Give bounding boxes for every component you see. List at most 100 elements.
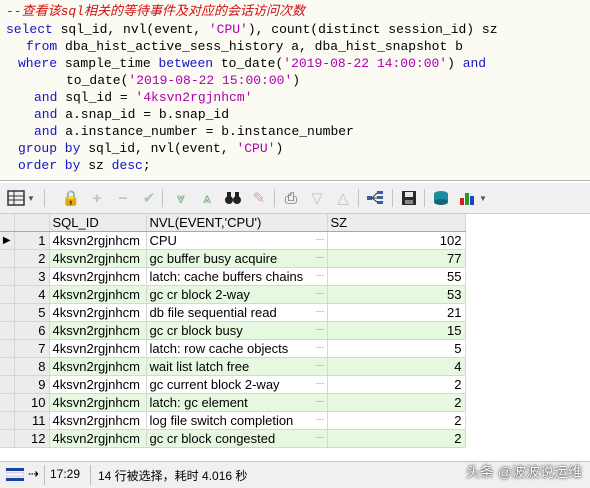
cell-sql-id[interactable]: 4ksvn2rgjnhcm	[49, 429, 147, 448]
cell-sz[interactable]: 2	[327, 429, 466, 448]
row-indicator[interactable]	[0, 321, 15, 340]
table-row[interactable]: 12 4ksvn2rgjnhcm gc cr block congested ··· 2	[0, 429, 466, 448]
post-changes-button[interactable]: ✔	[138, 187, 160, 209]
ellipsis-button[interactable]: ···	[316, 432, 325, 442]
ellipsis-button[interactable]: ···	[316, 306, 325, 316]
cell-sql-id[interactable]: 4ksvn2rgjnhcm	[49, 357, 147, 376]
query-by-example-button[interactable]: ⩔	[170, 187, 192, 209]
cell-sz[interactable]: 2	[327, 411, 466, 430]
row-indicator[interactable]	[0, 267, 15, 286]
cell-sz[interactable]: 15	[327, 321, 466, 340]
cell-sz[interactable]: 21	[327, 303, 466, 322]
print-button[interactable]: ⎙	[280, 187, 302, 209]
cell-event[interactable]: latch: cache buffers chains ···	[146, 267, 328, 286]
progress-indicator	[5, 468, 25, 485]
ellipsis-button[interactable]: ···	[316, 414, 325, 424]
cell-sz[interactable]: 53	[327, 285, 466, 304]
cell-event[interactable]: log file switch completion ···	[146, 411, 328, 430]
cell-sql-id[interactable]: 4ksvn2rgjnhcm	[49, 321, 147, 340]
cell-sz[interactable]: 2	[327, 375, 466, 394]
cell-event[interactable]: latch: gc element ···	[146, 393, 328, 412]
row-indicator[interactable]	[0, 375, 15, 394]
cell-sql-id[interactable]: 4ksvn2rgjnhcm	[49, 249, 147, 268]
cell-event[interactable]: gc cr block congested ···	[146, 429, 328, 448]
cell-sz[interactable]: 77	[327, 249, 466, 268]
sql-editor[interactable]: --查看该sql相关的等待事件及对应的会话访问次数 select sql_id,…	[0, 0, 590, 181]
row-indicator[interactable]	[0, 249, 15, 268]
row-indicator[interactable]	[0, 303, 15, 322]
ellipsis-button[interactable]: ···	[316, 270, 325, 280]
cell-event[interactable]: wait list latch free ···	[146, 357, 328, 376]
table-row[interactable]: 2 4ksvn2rgjnhcm gc buffer busy acquire ··· 7…	[0, 249, 466, 268]
cell-sql-id[interactable]: 4ksvn2rgjnhcm	[49, 393, 147, 412]
floppy-disk-icon	[402, 191, 416, 205]
cell-sql-id[interactable]: 4ksvn2rgjnhcm	[49, 375, 147, 394]
cell-sql-id[interactable]: 4ksvn2rgjnhcm	[49, 267, 147, 286]
clear-record-button[interactable]: ⩓	[196, 187, 218, 209]
insert-record-button[interactable]: +	[86, 187, 108, 209]
row-indicator[interactable]	[0, 285, 15, 304]
row-indicator[interactable]	[0, 411, 15, 430]
next-record-button[interactable]: ▽	[306, 187, 328, 209]
ellipsis-button[interactable]: ···	[316, 234, 325, 244]
cell-event[interactable]: gc current block 2-way ···	[146, 375, 328, 394]
table-row[interactable]: ▶ 1 4ksvn2rgjnhcm CPU ··· 102	[0, 231, 466, 250]
cell-event[interactable]: latch: row cache objects ···	[146, 339, 328, 358]
table-row[interactable]: 8 4ksvn2rgjnhcm wait list latch free ··· 4	[0, 357, 466, 376]
cell-sz[interactable]: 4	[327, 357, 466, 376]
grid-layout-dropdown[interactable]: ▼	[6, 187, 36, 209]
cell-sz[interactable]: 102	[327, 231, 466, 250]
cell-sql-id[interactable]: 4ksvn2rgjnhcm	[49, 411, 147, 430]
cell-sz[interactable]: 5	[327, 339, 466, 358]
table-row[interactable]: 7 4ksvn2rgjnhcm latch: row cache objects ··…	[0, 339, 466, 358]
cell-event[interactable]: gc cr block 2-way ···	[146, 285, 328, 304]
cell-event[interactable]: gc buffer busy acquire ···	[146, 249, 328, 268]
save-button[interactable]	[398, 187, 420, 209]
table-row[interactable]: 10 4ksvn2rgjnhcm latch: gc element ··· 2	[0, 393, 466, 412]
cell-sz[interactable]: 55	[327, 267, 466, 286]
tree-view-button[interactable]	[364, 187, 386, 209]
clear-button[interactable]: ✎	[248, 187, 270, 209]
ellipsis-button[interactable]: ···	[316, 342, 325, 352]
chart-dropdown[interactable]: ▼	[456, 187, 490, 209]
cell-sql-id[interactable]: 4ksvn2rgjnhcm	[49, 339, 147, 358]
table-row[interactable]: 6 4ksvn2rgjnhcm gc cr block busy ··· 15	[0, 321, 466, 340]
cell-sql-id[interactable]: 4ksvn2rgjnhcm	[49, 231, 147, 250]
ellipsis-button[interactable]: ···	[316, 378, 325, 388]
ellipsis-button[interactable]: ···	[316, 252, 325, 262]
keyword: from	[26, 39, 58, 54]
cell-event[interactable]: gc cr block busy ···	[146, 321, 328, 340]
previous-record-button[interactable]: △	[332, 187, 354, 209]
table-row[interactable]: 3 4ksvn2rgjnhcm latch: cache buffers chain…	[0, 267, 466, 286]
ellipsis-button[interactable]: ···	[316, 396, 325, 406]
row-indicator[interactable]	[0, 393, 15, 412]
cell-event[interactable]: CPU ···	[146, 231, 328, 250]
string-literal: '4ksvn2rgjnhcm'	[135, 90, 253, 105]
ellipsis-button[interactable]: ···	[316, 324, 325, 334]
cell-sql-id[interactable]: 4ksvn2rgjnhcm	[49, 285, 147, 304]
export-button[interactable]	[430, 187, 452, 209]
grid-icon	[7, 190, 25, 206]
row-indicator[interactable]	[0, 429, 15, 448]
column-header-sql-id[interactable]: SQL_ID	[49, 214, 147, 232]
column-header-sz[interactable]: SZ	[327, 214, 466, 232]
table-row[interactable]: 11 4ksvn2rgjnhcm log file switch completio…	[0, 411, 466, 430]
delete-record-button[interactable]: −	[112, 187, 134, 209]
lock-button[interactable]: 🔒	[60, 187, 82, 209]
cell-event[interactable]: db file sequential read ···	[146, 303, 328, 322]
column-header-event[interactable]: NVL(EVENT,'CPU')	[146, 214, 328, 232]
table-row[interactable]: 9 4ksvn2rgjnhcm gc current block 2-way ··· 2	[0, 375, 466, 394]
find-button[interactable]	[222, 187, 244, 209]
result-grid[interactable]: SQL_ID NVL(EVENT,'CPU') SZ ▶ 1 4ksvn2rgjnh…	[0, 214, 590, 459]
cell-sz[interactable]: 2	[327, 393, 466, 412]
row-indicator[interactable]	[0, 357, 15, 376]
ellipsis-button[interactable]: ···	[316, 360, 325, 370]
toolbar-divider	[44, 189, 45, 207]
table-row[interactable]: 5 4ksvn2rgjnhcm db file sequential read ···…	[0, 303, 466, 322]
row-indicator[interactable]	[0, 339, 15, 358]
table-row[interactable]: 4 4ksvn2rgjnhcm gc cr block 2-way ··· 53	[0, 285, 466, 304]
row-indicator[interactable]: ▶	[0, 231, 15, 250]
ellipsis-button[interactable]: ···	[316, 288, 325, 298]
corner-cell[interactable]	[0, 214, 15, 232]
cell-sql-id[interactable]: 4ksvn2rgjnhcm	[49, 303, 147, 322]
